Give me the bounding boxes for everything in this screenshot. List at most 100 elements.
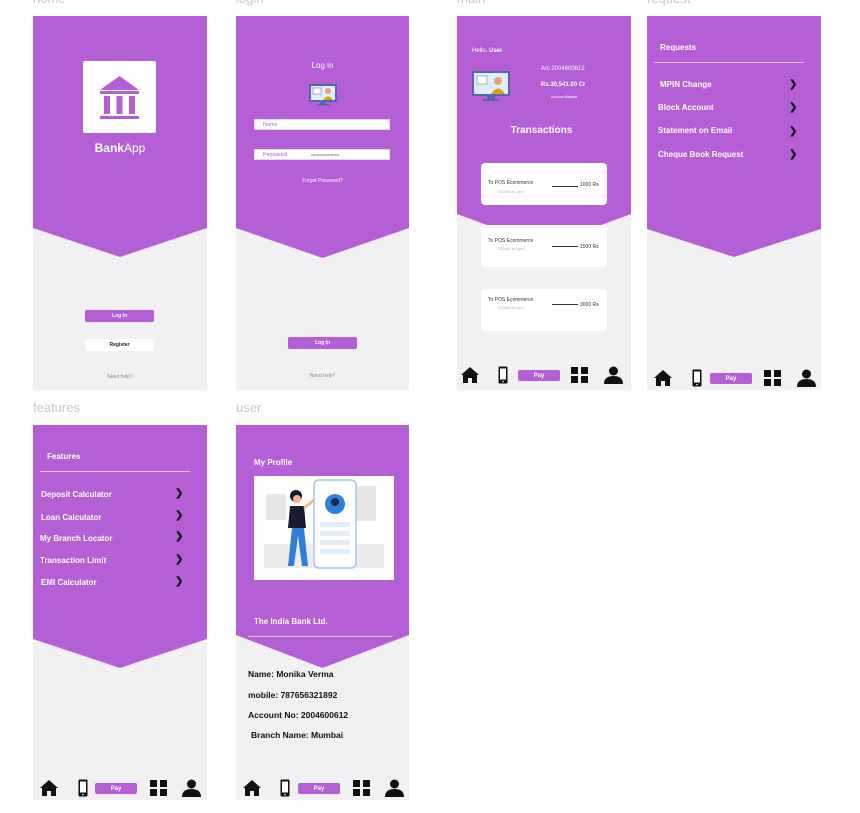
- profile-title: My Profile: [254, 458, 293, 467]
- bottom-nav: Pay: [236, 779, 409, 800]
- header-shape: [647, 16, 821, 257]
- home-icon[interactable]: [242, 779, 262, 797]
- password-input[interactable]: Password ••••••••••••••••••••: [254, 149, 390, 160]
- bank-icon: [100, 76, 139, 119]
- register-button[interactable]: Register: [85, 339, 154, 351]
- transaction-date: 20JUN at 1pm: [498, 246, 524, 251]
- bank-logo: [83, 61, 156, 133]
- profile-illustration-graphic: [264, 479, 384, 569]
- chevron-right-icon: ❯: [175, 554, 184, 565]
- transaction-desc: To POS Ecommerce: [488, 180, 534, 186]
- login-button[interactable]: Log In: [288, 337, 357, 349]
- header-shape: [236, 16, 409, 258]
- divider-line: [654, 62, 804, 63]
- pay-button[interactable]: Pay: [710, 373, 752, 384]
- chevron-right-icon: ❯: [789, 149, 798, 160]
- profile-name: Name: Monika Verma: [248, 669, 334, 679]
- app-name-bold: Bank: [94, 141, 124, 155]
- frame-label-request: request: [647, 0, 690, 6]
- header-shape: [33, 425, 207, 668]
- name-input[interactable]: Name: [254, 119, 390, 130]
- transaction-card[interactable]: To POS Ecommerce 20JUN at 1pm 3000 Rs: [481, 289, 607, 331]
- profile-mobile: mobile: 787656321892: [248, 690, 338, 700]
- pay-button[interactable]: Pay: [298, 783, 340, 794]
- forgot-password-link[interactable]: Forgot Password?: [236, 178, 409, 184]
- help-link[interactable]: Need help?: [33, 374, 207, 380]
- chevron-right-icon: ❯: [175, 488, 184, 499]
- account-balance: Rs.30,541.00 Cr: [541, 82, 586, 88]
- transaction-date: 20JUN at 1pm: [498, 305, 524, 310]
- feature-item[interactable]: My Branch Locator: [40, 534, 112, 543]
- chevron-right-icon: ❯: [789, 79, 798, 90]
- password-label: Password: [263, 151, 288, 158]
- features-screen: Features Deposit Calculator ❯ Loan Calcu…: [33, 425, 207, 800]
- frame-label-home: home: [33, 0, 66, 6]
- chevron-right-icon: ❯: [789, 102, 798, 113]
- request-item[interactable]: Statement on Email: [658, 126, 732, 135]
- transaction-amount: 1000 Rs: [580, 182, 599, 188]
- app-name: BankApp: [33, 141, 207, 155]
- frame-label-login: login: [236, 0, 263, 6]
- transaction-card[interactable]: To POS Ecommerce 20JUN at 1pm 1000 Rs: [481, 163, 607, 205]
- password-value: ••••••••••••••••••••: [311, 152, 340, 157]
- user-icon[interactable]: [797, 369, 816, 387]
- phone-icon[interactable]: [498, 366, 508, 384]
- greeting-user: User: [489, 48, 503, 54]
- app-name-rest: App: [123, 141, 146, 155]
- header-shape: [33, 16, 207, 257]
- frame-label-features: features: [33, 400, 80, 415]
- pay-button[interactable]: Pay: [518, 370, 560, 381]
- computer-user-icon: [309, 84, 337, 106]
- profile-account: Account No: 2004600612: [248, 710, 349, 720]
- computer-user-icon: [472, 71, 510, 101]
- feature-item[interactable]: Deposit Calculator: [41, 490, 112, 499]
- frame-label-main: main: [457, 0, 485, 6]
- home-icon[interactable]: [653, 369, 673, 387]
- request-item[interactable]: MPIN Change: [660, 80, 712, 89]
- transaction-card[interactable]: To POS Ecommerce 20JUN at 1pm 1500 Rs: [481, 225, 607, 267]
- chevron-right-icon: ❯: [175, 576, 184, 587]
- transaction-desc: To POS Ecommerce: [488, 297, 534, 303]
- feature-item[interactable]: EMI Calculator: [41, 578, 97, 587]
- greeting: Hello, User: [472, 48, 502, 54]
- transaction-amount: 1500 Rs: [580, 244, 599, 250]
- main-screen: Hello, User A/c 2004600612 Rs.30,541.00 …: [457, 16, 631, 390]
- phone-icon[interactable]: [78, 779, 88, 797]
- grid-icon[interactable]: [763, 369, 782, 387]
- request-screen: Requests MPIN Change ❯ Block Account ❯ S…: [647, 16, 821, 390]
- user-icon[interactable]: [604, 366, 623, 384]
- divider-line: [552, 304, 578, 305]
- greeting-hello: Hello,: [472, 48, 488, 54]
- bottom-nav: Pay: [647, 369, 821, 390]
- pay-button[interactable]: Pay: [95, 783, 137, 794]
- home-icon[interactable]: [460, 366, 480, 384]
- requests-title: Requests: [660, 43, 697, 52]
- help-link[interactable]: Need help?: [236, 373, 409, 379]
- profile-illustration: [254, 476, 394, 580]
- phone-icon[interactable]: [692, 369, 702, 387]
- transaction-amount: 3000 Rs: [580, 302, 599, 308]
- bottom-nav: Pay: [33, 779, 207, 800]
- user-screen: My Profile The India Bank Ltd. Name: Mon…: [236, 425, 409, 800]
- feature-item[interactable]: Loan Calculator: [41, 513, 101, 522]
- feature-item[interactable]: Transaction Limit: [40, 556, 106, 565]
- profile-branch: Branch Name: Mumbai: [251, 730, 344, 740]
- features-title: Features: [47, 452, 81, 461]
- request-item[interactable]: Block Account: [658, 103, 714, 112]
- home-screen: BankApp Log In Register Need help?: [33, 16, 207, 390]
- phone-icon[interactable]: [280, 779, 290, 797]
- grid-icon[interactable]: [149, 779, 168, 797]
- home-icon[interactable]: [39, 779, 59, 797]
- user-icon[interactable]: [182, 779, 201, 797]
- chevron-right-icon: ❯: [175, 510, 184, 521]
- transaction-date: 20JUN at 1pm: [498, 189, 524, 194]
- divider-line: [552, 186, 578, 187]
- grid-icon[interactable]: [570, 366, 589, 384]
- divider-line: [552, 246, 578, 247]
- login-button[interactable]: Log In: [85, 310, 154, 322]
- request-item[interactable]: Cheque Book Request: [658, 150, 743, 159]
- user-icon[interactable]: [385, 779, 404, 797]
- account-number: A/c 2004600612: [541, 66, 585, 72]
- account-balance-label: Account Balance: [551, 95, 578, 99]
- grid-icon[interactable]: [352, 779, 371, 797]
